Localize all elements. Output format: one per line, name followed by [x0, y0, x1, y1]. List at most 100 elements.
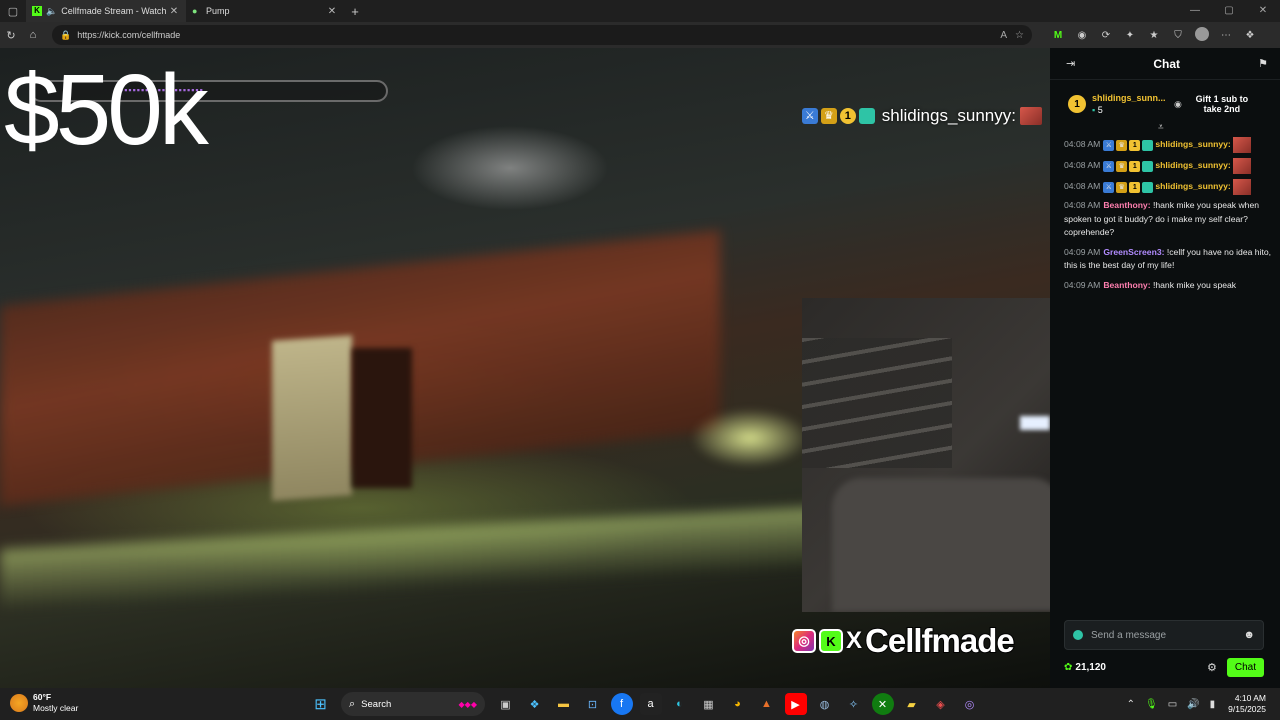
chat-username[interactable]: shlidings_sunnyy:	[1155, 159, 1230, 173]
taskbar-search[interactable]: ⌕ Search ◆◆◆	[341, 692, 485, 716]
kick-icon: K	[819, 629, 843, 653]
chat-options-icon[interactable]: ⚑	[1258, 57, 1268, 70]
extensions-bar: M ◉ ⟳ ✦ ★ ⛉ ⋯ ❖	[1046, 26, 1262, 44]
refresh-icon[interactable]: ↻	[0, 29, 22, 42]
amazon-icon[interactable]: a	[639, 693, 662, 715]
tray-expand-icon[interactable]: ⌃	[1127, 699, 1135, 710]
emoji-picker-icon[interactable]: ☻	[1243, 629, 1255, 641]
chat-message: 04:08 AM ⚔ ♛ 1 shlidings_sunnyy:	[1064, 136, 1272, 154]
chat-message-input[interactable]	[1091, 629, 1244, 641]
chat-username[interactable]: shlidings_sunnyy:	[1155, 138, 1230, 152]
channel-points[interactable]: 21,120	[1075, 662, 1207, 673]
close-tab-icon[interactable]: ✕	[326, 6, 338, 17]
close-tab-icon[interactable]: ✕	[168, 6, 180, 17]
task-view-icon[interactable]: ▣	[495, 693, 517, 715]
more-menu-icon[interactable]: ⋯	[1214, 30, 1238, 41]
chat-username[interactable]: Beanthony:	[1103, 280, 1150, 290]
system-tray: ⌃ 🎙 ▭ 🔊 ▮ 4:10 AM 9/15/2025	[1122, 692, 1274, 716]
screen: ▢ K 🔈 Cellfmade Stream - Watch L ✕ ● Pum…	[0, 0, 1280, 720]
read-aloud-icon[interactable]: A	[1000, 30, 1007, 41]
tab-title: Pump	[206, 6, 230, 16]
weather-temp: 60°F	[33, 692, 52, 702]
profile-icon[interactable]	[1190, 26, 1214, 44]
emote-icon	[1232, 158, 1251, 174]
webcam-scene-light	[1020, 416, 1050, 430]
scroll-down-icon[interactable]: ⩡	[1158, 122, 1164, 133]
chat-footer: ✿ 21,120 ⚙ Chat	[1064, 656, 1264, 678]
copilot-icon[interactable]: ❖	[524, 693, 546, 715]
x-icon: X	[846, 627, 863, 654]
tab-cellfmade[interactable]: K 🔈 Cellfmade Stream - Watch L ✕	[26, 0, 186, 22]
collapse-chat-icon[interactable]: ⇥	[1066, 57, 1075, 70]
app-red-icon[interactable]: ◈	[930, 693, 952, 715]
clock-time: 4:10 AM	[1234, 693, 1266, 703]
chat-text: !hank mike you speak	[1152, 279, 1237, 290]
chat-username[interactable]: GreenScreen3:	[1103, 247, 1164, 257]
kick-favicon-icon: K	[32, 6, 42, 16]
facebook-icon[interactable]: f	[610, 693, 633, 715]
sticky-notes-icon[interactable]: ▰	[901, 693, 923, 715]
video-scene-road	[0, 506, 820, 610]
lock-icon[interactable]: 🔒	[60, 30, 71, 41]
steam-icon[interactable]: ◍	[814, 693, 836, 715]
browser-tab-strip: ▢ K 🔈 Cellfmade Stream - Watch L ✕ ● Pum…	[0, 0, 1280, 22]
chat-settings-icon[interactable]: ⚙	[1207, 661, 1217, 674]
youtube-icon[interactable]: ▶	[784, 693, 807, 715]
app-triangle-icon[interactable]: ▲	[756, 693, 778, 715]
extension-circle-icon[interactable]: ◉	[1070, 30, 1094, 41]
stream-alert: ⚔ ♛ 1 shlidings_sunnyy:	[801, 106, 1042, 126]
maximize-icon[interactable]: ▢	[1212, 0, 1246, 22]
extension-sync-icon[interactable]: ⟳	[1094, 30, 1118, 41]
emote-icon	[1232, 179, 1251, 195]
chrome-icon[interactable]: ◕	[727, 693, 749, 715]
edge-icon[interactable]: ◐	[669, 693, 691, 715]
new-tab-button[interactable]: +	[344, 4, 366, 19]
shield-icon[interactable]: ⛉	[1166, 30, 1190, 41]
search-highlight-icon: ◆◆◆	[458, 699, 477, 709]
workspaces-icon[interactable]: ▢	[0, 0, 26, 22]
favorites-icon[interactable]: ★	[1142, 30, 1166, 41]
emote-icon	[1020, 107, 1042, 125]
speaker-icon[interactable]: 🔈	[46, 6, 57, 17]
points-icon: ✿	[1064, 661, 1073, 673]
close-window-icon[interactable]: ✕	[1246, 0, 1280, 22]
top-gifter: shlidings_sunn... ▪ 5	[1092, 93, 1168, 115]
display-icon[interactable]: ▭	[1168, 699, 1177, 710]
taskbar-clock[interactable]: 4:10 AM 9/15/2025	[1228, 693, 1266, 715]
gift-sub-prompt[interactable]: Gift 1 sub to take 2nd	[1186, 94, 1258, 114]
chat-messages: 04:08 AM ⚔ ♛ 1 shlidings_sunnyy: 04:08 AM …	[1050, 136, 1280, 298]
drop-badge-icon	[858, 108, 875, 124]
start-icon[interactable]: ⊞	[310, 693, 332, 715]
chat-panel: ⇥ Chat ⚑ 1 shlidings_sunn... ▪ 5 ◉ Gift …	[1050, 48, 1280, 688]
tab-title: Cellfmade Stream - Watch L	[61, 6, 168, 16]
taskbar-apps: ⊞ ⌕ Search ◆◆◆ ▣ ❖ ▬ ⊡ f a ◐ ▦ ◕ ▲ ▶ ◍ ✧…	[306, 692, 984, 716]
calculator-icon[interactable]: ▦	[698, 693, 720, 715]
alert-username: shlidings_sunnyy:	[881, 106, 1016, 125]
weather-widget[interactable]: 60°F Mostly clear	[10, 692, 78, 714]
microphone-icon[interactable]: 🎙	[1145, 699, 1158, 710]
overlay-amount: $50k	[4, 54, 209, 166]
home-icon[interactable]: ⌂	[22, 29, 44, 41]
xbox-icon[interactable]: ✕	[871, 693, 894, 715]
store-icon[interactable]: ⊡	[582, 693, 604, 715]
extension-m-icon[interactable]: M	[1046, 30, 1070, 41]
webcam-scene-window	[802, 338, 952, 468]
minimize-icon[interactable]: —	[1178, 0, 1212, 22]
extensions-icon[interactable]: ✦	[1118, 30, 1142, 41]
chat-username[interactable]: shlidings_sunnyy:	[1155, 180, 1230, 194]
chat-username[interactable]: Beanthony:	[1103, 200, 1150, 210]
send-chat-button[interactable]: Chat	[1226, 657, 1264, 677]
app-gem-icon[interactable]: ✧	[843, 693, 865, 715]
video-scene-door	[272, 335, 352, 501]
file-explorer-icon[interactable]: ▬	[553, 693, 575, 715]
favorite-star-icon[interactable]: ☆	[1015, 30, 1024, 41]
chat-input-box[interactable]: ☻	[1064, 620, 1264, 650]
url-field[interactable]: 🔒 https://kick.com/cellfmade A ☆	[52, 25, 1032, 45]
copilot-icon[interactable]: ❖	[1238, 30, 1262, 41]
weather-desc: Mostly clear	[33, 703, 79, 713]
obs-icon[interactable]: ◎	[959, 693, 981, 715]
tab-pump[interactable]: ● Pump ✕	[186, 0, 344, 22]
battery-icon[interactable]: ▮	[1210, 699, 1216, 710]
top-gifter-banner[interactable]: 1 shlidings_sunn... ▪ 5 ◉ Gift 1 sub to …	[1050, 80, 1280, 128]
volume-icon[interactable]: 🔊	[1187, 699, 1199, 710]
